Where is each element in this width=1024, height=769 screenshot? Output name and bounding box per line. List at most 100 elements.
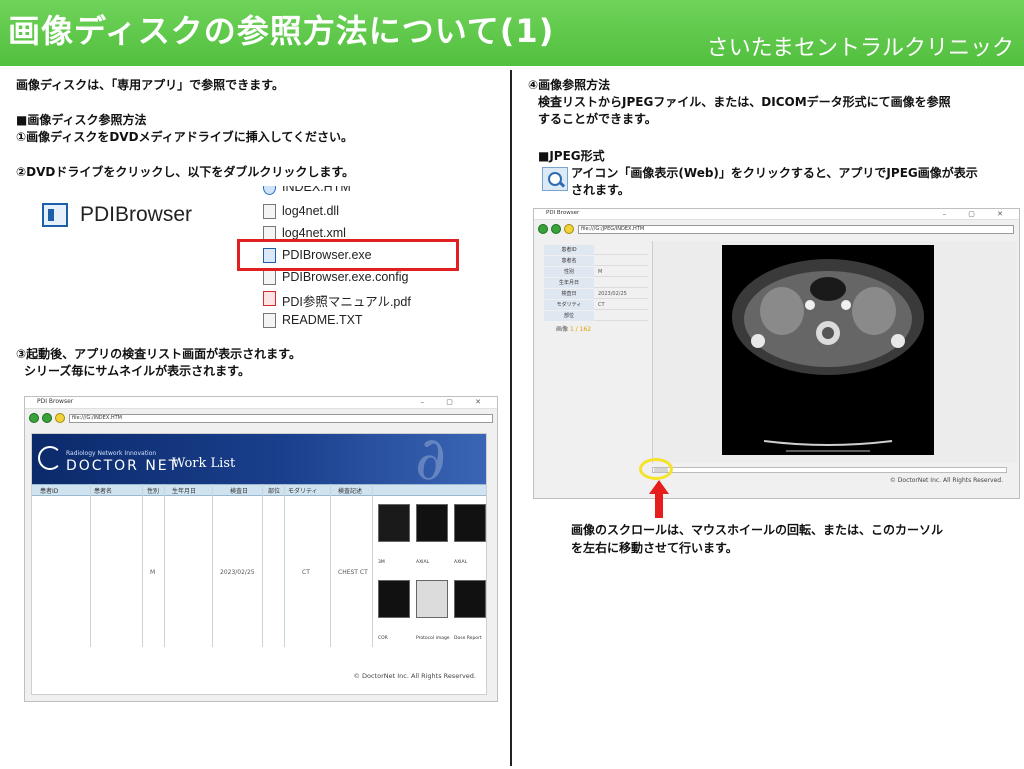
column-header[interactable]: 検査日 — [230, 486, 248, 495]
image-scrollbar[interactable] — [652, 467, 1007, 473]
jpeg-section-title: ■JPEG形式 — [538, 149, 605, 163]
cell-exam-date: 2023/02/25 — [220, 569, 255, 576]
worklist-footer: © DoctorNet Inc. All Rights Reserved. — [353, 672, 476, 680]
back-icon[interactable] — [538, 224, 548, 234]
file-item[interactable]: INDEX.HTM — [260, 186, 460, 198]
info-row: 患者名 — [544, 256, 648, 266]
series-thumbnail[interactable] — [378, 504, 410, 542]
file-name: PDIBrowser.exe.config — [282, 270, 409, 284]
info-row: 性別 M — [544, 267, 648, 277]
address-bar[interactable]: file:///G:/INDEX.HTM — [69, 414, 493, 423]
window-title: PDI Browser — [37, 398, 74, 405]
column-header[interactable]: 部位 — [268, 486, 280, 495]
file-item[interactable]: PDIBrowser.exe.config — [260, 268, 460, 288]
forward-icon[interactable] — [42, 413, 52, 423]
column-header[interactable]: 生年月日 — [172, 486, 196, 495]
thumbnail-caption: AXIAL — [416, 560, 430, 565]
image-label: 画像 — [556, 326, 569, 333]
step4-title: ④画像参照方法 — [528, 78, 611, 92]
window-controls-icon[interactable]: – ▢ ✕ — [943, 210, 1013, 218]
step3-text-line2: シリーズ毎にサムネイルが表示されます。 — [24, 364, 250, 378]
app-icon — [42, 203, 68, 227]
worklist-header-row: 患者ID 患者名 性別 生年月日 検査日 部位 モダリティ 検査記述 — [32, 484, 486, 496]
column-header[interactable]: 性別 — [147, 486, 159, 495]
cell-modality: CT — [302, 569, 310, 576]
series-thumbnail[interactable] — [416, 504, 448, 542]
step4-text-line1: 検査リストからJPEGファイル、または、DICOMデータ形式にて画像を参照 — [538, 95, 951, 109]
step3-text-line1: ③起動後、アプリの検査リスト画面が表示されます。 — [16, 347, 301, 361]
file-item[interactable]: PDI参照マニュアル.pdf — [260, 289, 460, 309]
info-key: 部位 — [544, 311, 594, 321]
text-file-icon — [263, 313, 276, 328]
file-name: log4net.dll — [282, 204, 339, 218]
info-row: 部位 — [544, 311, 648, 321]
info-value: M — [598, 269, 603, 275]
window-controls-icon[interactable]: – ▢ ✕ — [421, 398, 491, 406]
scroll-text-line1: 画像のスクロールは、マウスホイールの回転、または、このカーソル — [571, 523, 944, 537]
banner-tagline: Radiology Network Innovation — [66, 450, 157, 457]
file-name: log4net.xml — [282, 226, 346, 240]
worklist-page: Radiology Network Innovation DOCTOR NET … — [31, 433, 487, 695]
highlight-box — [237, 239, 459, 271]
address-bar[interactable]: file:///G:/JPEG/INDEX.HTM — [578, 225, 1014, 234]
series-thumbnail[interactable] — [416, 580, 448, 618]
banner-title: Work List — [172, 456, 236, 471]
info-row: 検査日 2023/02/25 — [544, 289, 648, 299]
thumbnail-caption: AXIAL — [454, 560, 468, 565]
worklist-banner: Radiology Network Innovation DOCTOR NET … — [32, 434, 486, 484]
home-icon[interactable] — [55, 413, 65, 423]
gear-file-icon — [263, 204, 276, 219]
column-header[interactable]: 患者ID — [40, 486, 58, 495]
info-key: モダリティ — [544, 300, 594, 310]
column-header[interactable]: 検査記述 — [338, 486, 362, 495]
column-header[interactable]: モダリティ — [288, 486, 318, 495]
file-item[interactable]: log4net.dll — [260, 202, 460, 222]
image-counter: 画像 1 / 162 — [556, 324, 591, 333]
thumbnail-caption: 3M — [378, 560, 385, 565]
ct-slice-graphic — [732, 259, 924, 452]
banner-watermark-icon: ∂ — [414, 434, 446, 484]
cursor-highlight-ring — [639, 458, 673, 480]
app-icon-label: PDIBrowser — [80, 203, 193, 226]
series-thumbnail[interactable] — [454, 504, 486, 542]
series-thumbnail[interactable] — [378, 580, 410, 618]
thumbnail-caption: Protocol image — [416, 636, 450, 641]
jpeg-text-line2: されます。 — [571, 183, 630, 197]
info-row: モダリティ CT — [544, 300, 648, 310]
series-thumbnail[interactable] — [454, 580, 486, 618]
ct-image[interactable] — [722, 245, 934, 455]
window-titlebar: PDI Browser – ▢ ✕ — [25, 397, 497, 409]
info-value: CT — [598, 302, 605, 308]
viewer-footer: © DoctorNet Inc. All Rights Reserved. — [889, 477, 1003, 484]
info-row: 生年月日 — [544, 278, 648, 288]
back-icon[interactable] — [29, 413, 39, 423]
image-view-web-icon[interactable] — [542, 167, 568, 191]
step4-text-line2: することができます。 — [538, 112, 657, 126]
info-key: 検査日 — [544, 289, 594, 299]
file-item[interactable]: README.TXT — [260, 311, 460, 330]
edge-icon — [263, 186, 276, 195]
file-name: README.TXT — [282, 313, 363, 327]
cell-description: CHEST CT — [338, 569, 368, 576]
info-row: 患者ID — [544, 245, 648, 255]
scroll-text-line2: を左右に移動させて行います。 — [571, 541, 738, 555]
forward-icon[interactable] — [551, 224, 561, 234]
worklist-screenshot: PDI Browser – ▢ ✕ file:///G:/INDEX.HTM R… — [24, 396, 498, 702]
file-name: INDEX.HTM — [282, 186, 351, 194]
viewer-screenshot: PDI Browser – ▢ ✕ file:///G:/JPEG/INDEX.… — [533, 208, 1020, 499]
cell-sex: M — [150, 569, 156, 576]
file-icon — [263, 270, 276, 285]
home-icon[interactable] — [564, 224, 574, 234]
thumbnail-caption: COR — [378, 636, 388, 641]
banner-logo: DOCTOR NET — [66, 458, 180, 474]
window-title: PDI Browser — [546, 210, 580, 216]
thumbnail-caption: Dose Report — [454, 636, 482, 641]
column-divider — [510, 70, 512, 766]
clinic-name: さいたまセントラルクリニック — [706, 36, 1014, 61]
info-key: 生年月日 — [544, 278, 594, 288]
image-viewer-pane[interactable] — [652, 241, 1017, 463]
info-key: 患者名 — [544, 256, 594, 266]
window-titlebar: PDI Browser – ▢ ✕ — [534, 209, 1019, 220]
page-title: 画像ディスクの参照方法について(1) — [8, 12, 555, 50]
column-header[interactable]: 患者名 — [94, 486, 112, 495]
